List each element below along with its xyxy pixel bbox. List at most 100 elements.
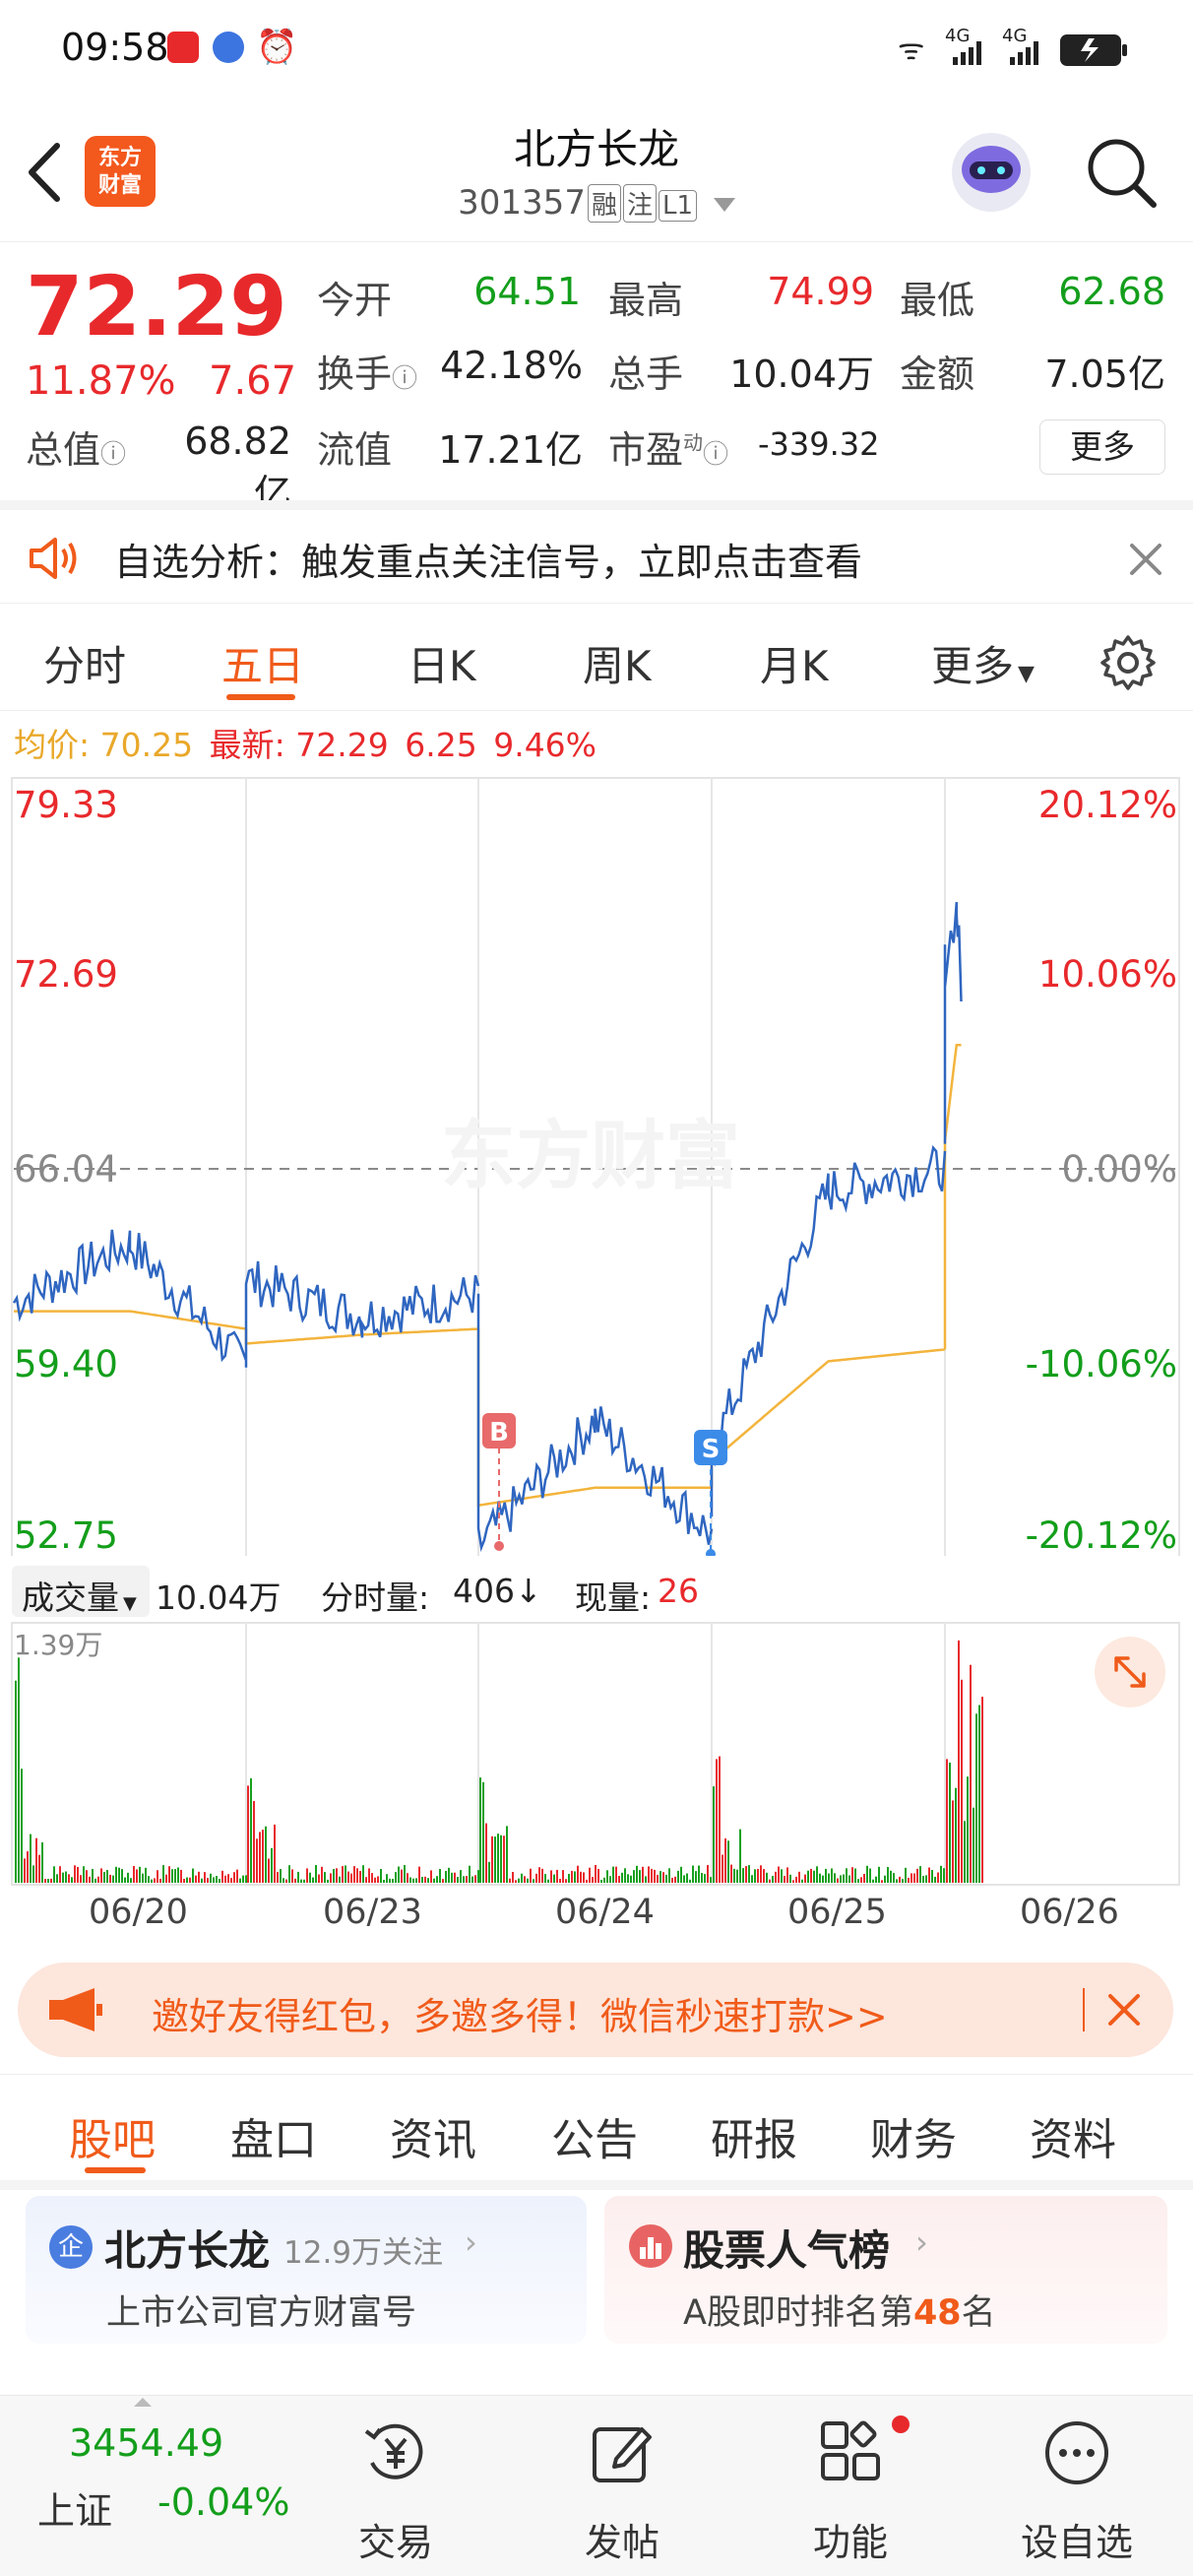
nav-post[interactable]: 发帖 [543, 2396, 701, 2576]
y-tick-left-2: 66.04 [14, 1148, 118, 1191]
volume-bar [97, 1876, 99, 1883]
sell-marker[interactable]: S [694, 1430, 727, 1556]
tab-monthly-k[interactable]: 月K [760, 633, 829, 693]
tab-news[interactable]: 资讯 [390, 2104, 476, 2167]
volume-bar [701, 1873, 703, 1883]
volume-bar [751, 1875, 753, 1883]
avg-value: 70.25 [99, 726, 194, 764]
volume-bar [713, 1786, 715, 1883]
volume-bar [482, 1781, 484, 1883]
expand-icon[interactable] [1095, 1637, 1165, 1707]
volume-selector[interactable]: 成交量 ▼ [12, 1566, 150, 1617]
volume-bar [639, 1870, 641, 1883]
volume-bar [157, 1870, 158, 1883]
volume-bar [695, 1871, 697, 1883]
popularity-card[interactable]: 股票人气榜 › A股即时排名第48名 [604, 2196, 1167, 2344]
tab-weekly-k[interactable]: 周K [583, 633, 652, 693]
volume-bar [227, 1874, 229, 1883]
volume-bar [401, 1869, 403, 1883]
info-icon-3[interactable]: ⓘ [703, 440, 728, 470]
turnover-label-text: 换手 [317, 353, 393, 396]
volume-bar [412, 1878, 414, 1883]
volume-bar [813, 1870, 815, 1883]
volume-bar [816, 1866, 818, 1883]
volume-bar [494, 1836, 496, 1883]
volume-bar [210, 1873, 212, 1883]
nav-trade[interactable]: 交易 [317, 2396, 474, 2576]
volume-bar [333, 1869, 335, 1883]
volume-bar [881, 1880, 883, 1883]
nav-functions-label: 功能 [812, 2521, 888, 2564]
invite-banner[interactable]: 邀好友得红包，多邀多得！微信秒速打款>> [18, 1963, 1173, 2057]
volume-bar [781, 1869, 783, 1883]
volume-bars [15, 1640, 983, 1883]
tab-guba[interactable]: 股吧 [69, 2104, 156, 2167]
nav-functions[interactable]: 功能 [772, 2396, 929, 2576]
robot-assistant-icon[interactable] [947, 128, 1036, 217]
volume-bar [745, 1866, 747, 1883]
banner-close-icon[interactable] [1104, 1990, 1144, 2029]
close-icon[interactable] [1126, 540, 1165, 579]
mktcap-label-text: 总值 [26, 428, 101, 472]
volume-bar [651, 1868, 653, 1883]
tab-announcement[interactable]: 公告 [551, 2104, 638, 2167]
tab-more[interactable]: 更多 ▼ [931, 633, 1035, 693]
volume-bar [353, 1866, 355, 1883]
volume-bar [265, 1826, 267, 1883]
tab-research[interactable]: 研报 [711, 2104, 797, 2167]
price-chart[interactable]: 东方财富 79.33 72.69 66.04 59.40 52.75 20.12… [0, 768, 1193, 1556]
info-icon[interactable]: ⓘ [392, 364, 417, 394]
volume-bar [854, 1868, 856, 1883]
volume-bar [733, 1868, 735, 1883]
section-divider [0, 2180, 1193, 2190]
volume-bar [177, 1867, 179, 1883]
nav-set-watchlist[interactable]: 设自选 [998, 2396, 1156, 2576]
volume-bar [491, 1835, 493, 1883]
volume-bar [216, 1876, 218, 1883]
volume-bar [742, 1868, 744, 1883]
tab-intraday[interactable]: 分时 [43, 633, 126, 693]
volume-bar [600, 1880, 602, 1883]
volume-bar [860, 1877, 862, 1883]
app-notify-icon [167, 32, 199, 63]
gear-icon[interactable] [1099, 633, 1158, 692]
volume-bar [919, 1866, 921, 1883]
volume-bar [931, 1870, 933, 1883]
volume-bar [291, 1869, 293, 1883]
tab-finance[interactable]: 财务 [870, 2104, 957, 2167]
rank-number: 48 [912, 2293, 962, 2333]
volume-bar [583, 1872, 585, 1883]
rank-suffix: 名 [961, 2293, 996, 2333]
volume-bar [550, 1870, 552, 1883]
notice-bar[interactable]: 自选分析：触发重点关注信号，立即点击查看 [0, 500, 1193, 605]
volume-bar [174, 1869, 176, 1883]
volume-bar [171, 1869, 173, 1883]
volume-bar [798, 1871, 800, 1883]
volume-bar [615, 1866, 617, 1883]
volume-bar [268, 1858, 270, 1883]
tab-profile[interactable]: 资料 [1030, 2104, 1116, 2167]
more-button[interactable]: 更多 [1039, 419, 1165, 475]
volume-bar [896, 1879, 898, 1883]
info-icon-2[interactable]: ⓘ [100, 440, 126, 470]
volume-bar [559, 1879, 561, 1883]
index-ticker[interactable]: 3454.49 上证 -0.04% [0, 2396, 305, 2576]
volume-bar [485, 1823, 487, 1883]
company-card[interactable]: 企 北方长龙 12.9万关注 › 上市公司官方财富号 [26, 2196, 587, 2344]
volume-bar [792, 1880, 794, 1883]
tab-five-day[interactable]: 五日 [221, 633, 304, 693]
tag-margin: 融 [587, 184, 621, 223]
volume-bar [565, 1879, 567, 1883]
tab-daily-k[interactable]: 日K [408, 633, 476, 693]
volume-bar [336, 1868, 338, 1883]
volume-bar [893, 1873, 895, 1883]
volume-bar [686, 1873, 688, 1883]
volume-bar [201, 1878, 203, 1883]
notification-dot [892, 2415, 910, 2433]
rank-prefix: A股即时排名第 [683, 2293, 913, 2333]
content-tabs: 股吧 盘口 资讯 公告 研报 财务 资料 [0, 2074, 1193, 2182]
high-value: 74.99 [767, 270, 874, 313]
search-icon[interactable] [1083, 134, 1162, 213]
volume-chart[interactable]: 1.39万 [0, 1621, 1193, 1887]
tab-pankou[interactable]: 盘口 [230, 2104, 317, 2167]
